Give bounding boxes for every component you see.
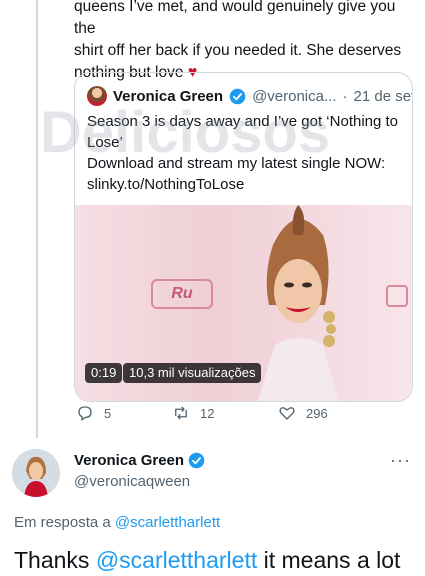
- quote-line: Season 3 is days away and I’ve got ‘Noth…: [87, 113, 399, 130]
- mention-link[interactable]: @scarlettharlett: [96, 547, 257, 573]
- like-button[interactable]: 296: [278, 404, 328, 422]
- retweet-icon: [175, 406, 187, 420]
- reply-to-mention-link[interactable]: @scarlettharlett: [115, 514, 220, 531]
- reply-to-prefix: Em resposta a: [14, 514, 111, 531]
- video-views: 10,3 mil visualizações: [123, 363, 262, 383]
- reply-text-start: Thanks: [14, 547, 90, 573]
- retweet-button[interactable]: 12: [172, 404, 214, 422]
- reply-count: 5: [104, 405, 112, 421]
- reply-author-name: Veronica Green: [74, 452, 185, 469]
- tweet-actions: 5 12 296: [74, 404, 374, 428]
- avatar[interactable]: [12, 449, 60, 497]
- reply-tweet-text: Thanks @scarlettharlett it means a lot: [14, 546, 400, 574]
- reply-author-handle[interactable]: @veronicaqween: [74, 473, 190, 490]
- more-options-icon[interactable]: ···: [390, 450, 411, 471]
- quoted-tweet-body: Season 3 is days away and I’ve got ‘Noth…: [87, 111, 407, 195]
- quote-separator: ·: [342, 87, 348, 105]
- video-player[interactable]: Ru 0:19 10,3 mil visualizações: [75, 205, 412, 401]
- reply-context: Em resposta a @scarlettharlett: [14, 514, 220, 531]
- like-count: 296: [306, 405, 328, 421]
- reply-text-end: it means a lot: [263, 547, 401, 573]
- reply-button[interactable]: 5: [76, 404, 111, 422]
- quote-date[interactable]: 21 de set: [354, 88, 413, 105]
- verified-badge-icon: [188, 452, 205, 469]
- quote-avatar: [87, 86, 107, 106]
- backdrop-logo: Ru: [151, 279, 213, 309]
- thread-line: [36, 0, 38, 438]
- quoted-tweet-header: Veronica Green @veronica... · 21 de set: [87, 85, 412, 107]
- quote-author-handle: @veronica...: [252, 87, 337, 105]
- quote-line: Download and stream my latest single NOW…: [87, 155, 386, 172]
- retweet-count: 12: [200, 405, 215, 421]
- quote-link[interactable]: slinky.to/NothingToLose: [87, 174, 407, 195]
- parent-tweet-line: queens I’ve met, and would genuinely giv…: [74, 0, 396, 37]
- backdrop-logo-right: [386, 285, 408, 307]
- quoted-tweet-card[interactable]: Veronica Green @veronica... · 21 de set …: [74, 72, 413, 402]
- heart-icon: [279, 407, 295, 420]
- video-duration: 0:19: [85, 363, 123, 383]
- reply-icon: [78, 406, 92, 422]
- avatar-image: [12, 449, 60, 497]
- quote-line: Lose’: [87, 134, 123, 151]
- reply-author[interactable]: Veronica Green: [74, 452, 205, 469]
- parent-tweet-line: shirt off her back if you needed it. She…: [74, 42, 402, 59]
- verified-badge-icon: [229, 88, 246, 104]
- quote-author-name: Veronica Green: [113, 87, 224, 105]
